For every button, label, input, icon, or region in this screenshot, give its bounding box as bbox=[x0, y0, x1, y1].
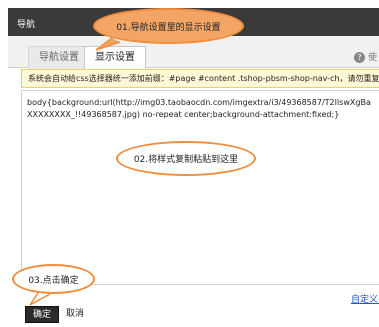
callout-step2-text: 02.将样式复制粘贴到这里 bbox=[133, 155, 239, 165]
help-icon: ? bbox=[353, 52, 365, 63]
callout-step3: 03.点击确定 bbox=[12, 264, 95, 294]
tab-display-settings[interactable]: 显示设置 bbox=[84, 46, 146, 70]
callout-step3-text: 03.点击确定 bbox=[28, 275, 79, 286]
css-editor[interactable]: body{background:url(http://img03.taobaoc… bbox=[21, 90, 379, 285]
callout-step1-text: 01.导航设置里的显示设置 bbox=[116, 22, 221, 33]
css-code-text[interactable]: body{background:url(http://img03.taobaoc… bbox=[27, 97, 372, 121]
help-hint-label: 使 bbox=[367, 53, 377, 63]
help-hint[interactable]: ? 使 bbox=[353, 50, 377, 63]
dialog-title: 导航 bbox=[17, 20, 36, 30]
callout-step2: 02.将样式复制粘贴到这里 bbox=[116, 141, 256, 176]
prefix-notice: 系统会自动给css选择器统一添加前缀：#page #content .tshop… bbox=[21, 69, 379, 88]
ok-button[interactable]: 确定 bbox=[25, 306, 59, 323]
dialog-footer: 确定 取消 bbox=[8, 303, 379, 327]
tab-nav-settings[interactable]: 导航设置 bbox=[28, 46, 90, 69]
callout-step1: 01.导航设置里的显示设置 bbox=[93, 8, 244, 44]
cancel-button[interactable]: 取消 bbox=[66, 306, 84, 323]
